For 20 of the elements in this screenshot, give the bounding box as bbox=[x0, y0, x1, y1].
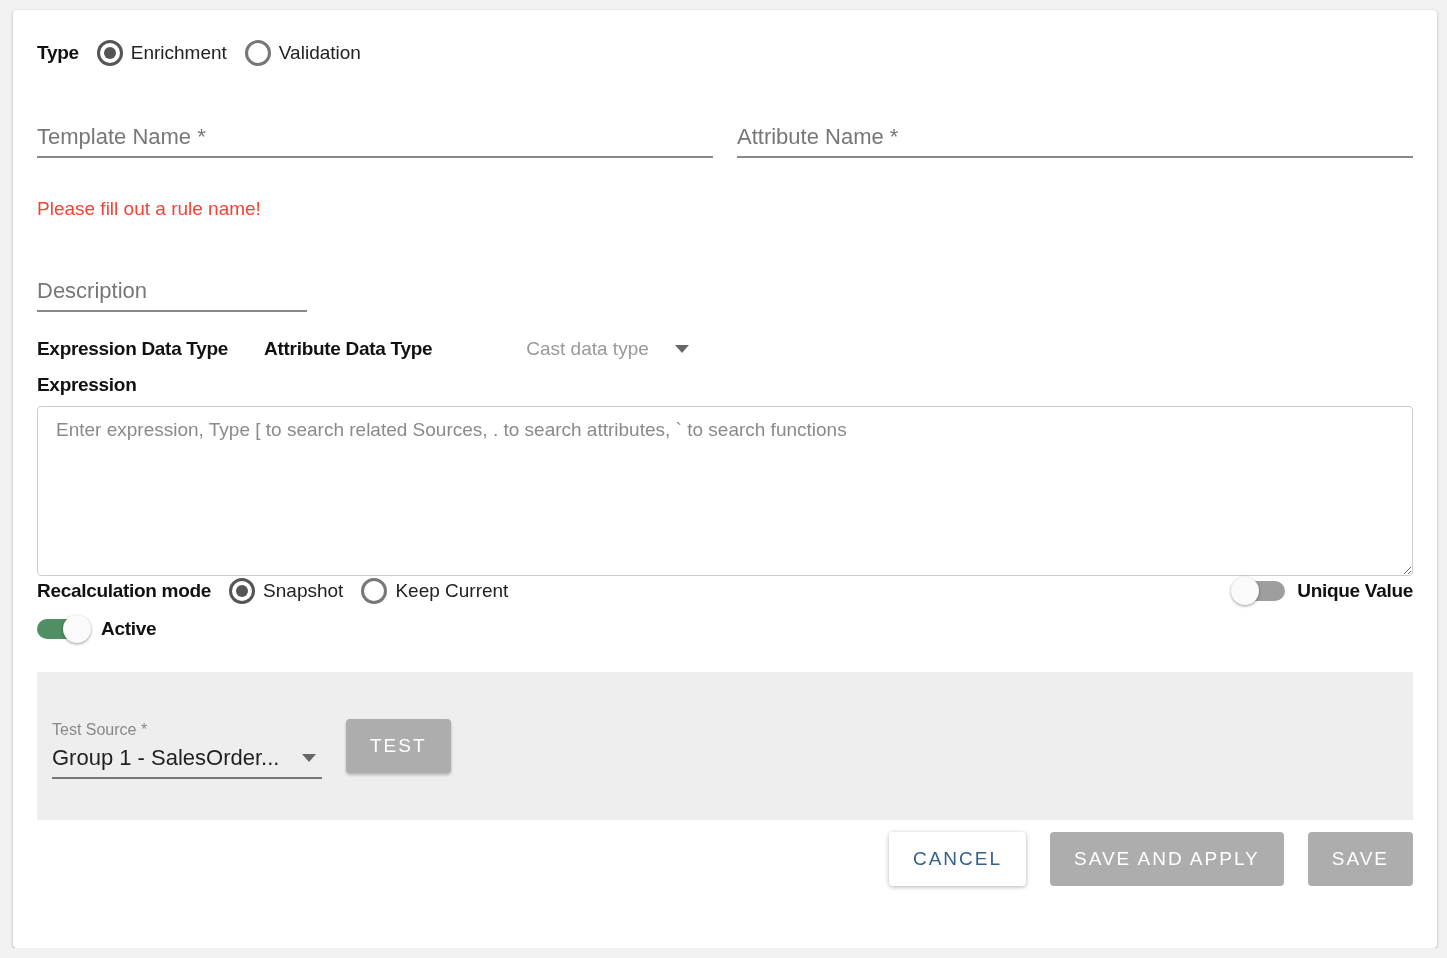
expression-label: Expression bbox=[37, 374, 137, 396]
radio-option[interactable]: Snapshot bbox=[229, 578, 344, 604]
text-field[interactable]: Template Name * bbox=[37, 124, 713, 158]
error-message: Please fill out a rule name! bbox=[37, 198, 262, 220]
text-field[interactable]: Attribute Name * bbox=[737, 124, 1413, 158]
type-label: Type bbox=[37, 42, 79, 64]
attribute-data-type-label: Attribute Data Type bbox=[264, 338, 433, 360]
action-button[interactable]: CANCEL bbox=[888, 832, 1026, 886]
recalculation-mode-label: Recalculation mode bbox=[37, 580, 212, 602]
test-source-select[interactable]: Test Source * Group 1 - SalesOrder... bbox=[52, 721, 322, 779]
radio-option[interactable]: Enrichment bbox=[96, 40, 227, 66]
caret-icon bbox=[302, 754, 316, 762]
radio-option[interactable]: Keep Current bbox=[361, 578, 509, 604]
caret-icon bbox=[674, 345, 689, 353]
description-field[interactable]: Description bbox=[37, 278, 307, 312]
radio-option[interactable]: Validation bbox=[244, 40, 361, 66]
expression-field[interactable]: Enter expression, Type [ to search related Sources, . to search attributes, ` to search functions bbox=[37, 406, 1413, 576]
unique-value-label: Unique Value bbox=[1297, 580, 1413, 602]
active-label: Active bbox=[101, 618, 157, 640]
expression-data-type-label: Expression Data Type bbox=[37, 338, 229, 360]
